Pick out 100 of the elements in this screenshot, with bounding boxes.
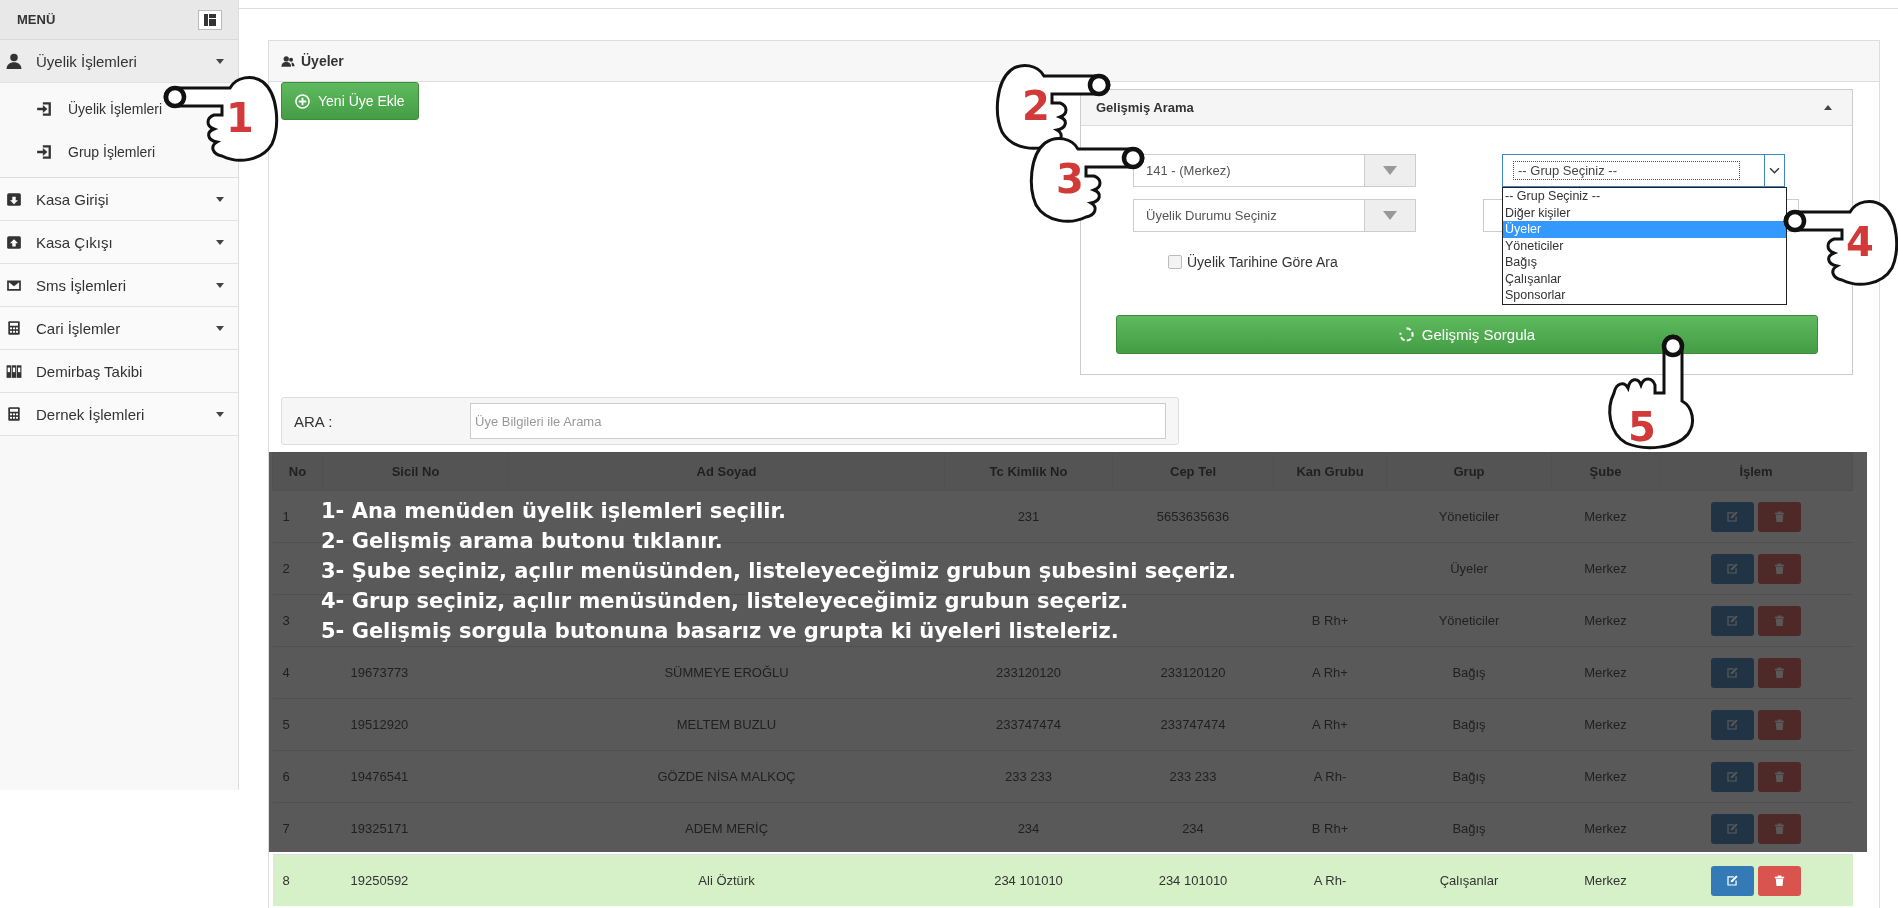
envelope-icon (6, 277, 22, 293)
table-cell: B Rh+ (1311, 613, 1349, 628)
download-box-icon (6, 191, 22, 207)
status-select[interactable]: Üyelik Durumu Seçiniz (1133, 199, 1416, 232)
table-cell: Çalışanlar (1439, 873, 1499, 888)
checkbox-label: Üyelik Tarihine Göre Ara (1187, 254, 1338, 270)
table-cell: 234 101010 (1158, 873, 1228, 888)
table-cell: A Rh+ (1312, 717, 1348, 732)
books-icon (6, 363, 22, 379)
table-cell: GÖZDE NİSA MALKOÇ (657, 769, 796, 784)
search-field[interactable]: Üye Bilgileri ile Arama (470, 403, 1166, 439)
table-cell: 6 (282, 769, 290, 784)
sign-in-icon (36, 100, 52, 117)
layout-toggle-icon (198, 9, 222, 30)
instruction-text: 4- Grup seçiniz, açılır menüsünden, listeleyeceğimiz grubun seçeriz. (321, 588, 1129, 615)
upload-box-icon (6, 234, 22, 250)
table-cell: Ali Öztürk (698, 873, 755, 888)
step-number: 5 (1628, 407, 1656, 447)
table-cell: Üyeler (1450, 561, 1488, 576)
instruction-text: 1- Ana menüden üyelik işlemleri seçilir. (321, 498, 786, 525)
table-cell: 1 (282, 509, 290, 524)
table-cell: Bağış (1452, 821, 1486, 836)
delete-button[interactable] (1758, 865, 1801, 896)
table-cell: SÜMMEYE EROĞLU (664, 665, 789, 680)
table-cell: 233747474 (995, 717, 1062, 732)
table-cell: Merkez (1584, 717, 1627, 732)
table-cell: Merkez (1584, 769, 1627, 784)
checkbox[interactable] (1168, 255, 1182, 269)
step-number: 2 (1022, 86, 1050, 126)
table-cell: 19476541 (350, 769, 409, 784)
panel-title: Üyeler (301, 53, 344, 69)
table-cell: Bağış (1452, 665, 1486, 680)
table-cell: 19673773 (350, 665, 409, 680)
table-cell: 19250592 (350, 873, 409, 888)
branch-select[interactable]: 141 - (Merkez) (1133, 154, 1416, 187)
table-cell: 233747474 (1160, 717, 1226, 732)
caret-icon (216, 282, 224, 288)
sign-in-icon (36, 143, 52, 160)
table-cell: 231 (1017, 509, 1040, 524)
sidebar-item[interactable]: Üyelik İşlemleri (0, 40, 238, 83)
advanced-search-title[interactable]: Gelişmiş Arama (1096, 100, 1194, 115)
table-cell: Yöneticiler (1438, 613, 1500, 628)
user-icon (6, 53, 22, 69)
edit-icon (1726, 874, 1739, 887)
step-number: 3 (1056, 159, 1084, 199)
table-cell: 3 (282, 613, 290, 628)
dropdown-option[interactable]: Yöneticiler (1503, 237, 1786, 254)
table-cell: Merkez (1584, 613, 1627, 628)
table-cell: Merkez (1584, 509, 1627, 524)
dropdown-option[interactable]: Bağış (1503, 254, 1786, 271)
table-cell: 8 (282, 873, 290, 888)
table-cell: 19325171 (350, 821, 409, 836)
dropdown-arrow-icon (1383, 166, 1397, 175)
table-cell: Merkez (1584, 665, 1627, 680)
menu-title: MENÜ (17, 12, 56, 27)
table-cell: MELTEM BUZLU (676, 717, 777, 732)
dropdown-option[interactable]: Diğer kişiler (1503, 204, 1786, 221)
sidebar-subitem[interactable]: Üyelik İşlemleri (68, 100, 163, 117)
table-cell: A Rh+ (1312, 665, 1348, 680)
dropdown-option[interactable]: Çalışanlar (1503, 270, 1786, 287)
caret-icon (216, 411, 224, 417)
table-cell: A Rh- (1313, 873, 1347, 888)
instruction-text: 2- Gelişmiş arama butonu tıklanır. (321, 528, 723, 555)
table-cell: Merkez (1584, 561, 1627, 576)
table-cell: 233120120 (995, 665, 1062, 680)
users-icon (281, 54, 295, 68)
instruction-text: 5- Gelişmiş sorgula butonuna basarız ve grupta ki üyeleri listeleriz. (321, 618, 1119, 645)
caret-icon (216, 325, 224, 331)
table-cell: 233 233 (1169, 769, 1217, 784)
table-cell: 5653635636 (1156, 509, 1230, 524)
refresh-icon (1398, 327, 1414, 342)
table-cell: Merkez (1584, 821, 1627, 836)
calculator-icon (6, 406, 22, 422)
caret-icon (216, 196, 224, 202)
sidebar-subitem[interactable]: Grup İşlemleri (68, 143, 156, 160)
table-cell: ADEM MERİÇ (684, 821, 769, 836)
edit-button[interactable] (1711, 865, 1754, 896)
step-number: 4 (1846, 222, 1874, 262)
dropdown-arrow-icon (1383, 211, 1397, 220)
step-number: 1 (226, 98, 254, 138)
table-cell: 234 101010 (994, 873, 1063, 888)
table-cell: 2 (282, 561, 290, 576)
dropdown-option[interactable]: Sponsorlar (1503, 287, 1786, 304)
instruction-text: 3- Şube seçiniz, açılır menüsünden, listeleyeceğimiz grubun şubesini seçeriz. (321, 558, 1236, 585)
table-cell: B Rh+ (1311, 821, 1349, 836)
table-cell: Bağış (1452, 717, 1486, 732)
group-select[interactable]: -- Grup Seçiniz -- (1502, 154, 1785, 187)
table-cell: 233120120 (1160, 665, 1226, 680)
search-label: ARA : (294, 412, 334, 430)
table-cell: 234 (1017, 821, 1040, 836)
table-cell: Bağış (1452, 769, 1486, 784)
calculator-icon (6, 320, 22, 336)
table-cell: 7 (282, 821, 290, 836)
plus-circle-icon (295, 93, 310, 109)
table-cell: 234 (1182, 821, 1204, 836)
table-cell: Merkez (1584, 873, 1627, 888)
table-cell: 5 (282, 717, 290, 732)
table-cell: Yöneticiler (1438, 509, 1500, 524)
table-cell: 19512920 (350, 717, 409, 732)
dropdown-option[interactable]: -- Grup Seçiniz -- (1503, 188, 1786, 205)
